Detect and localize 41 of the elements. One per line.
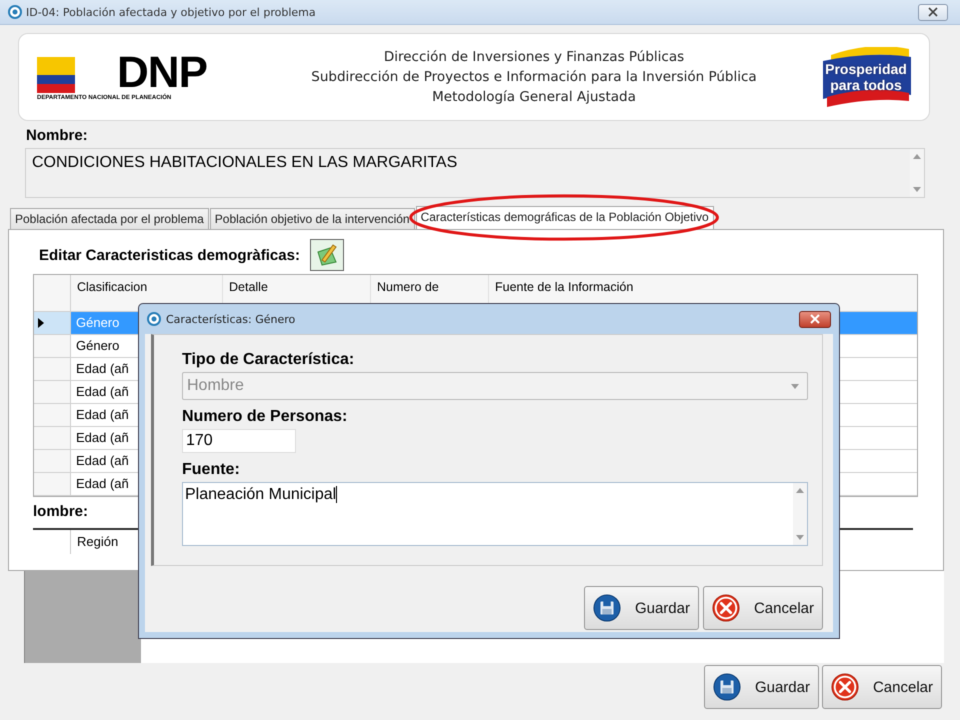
- column-header[interactable]: Región: [71, 530, 124, 554]
- save-button[interactable]: Guardar: [584, 586, 699, 630]
- scroll-up-icon[interactable]: [796, 488, 804, 493]
- scroll-down-icon[interactable]: [913, 187, 921, 192]
- app-icon: [8, 5, 22, 19]
- cancel-button[interactable]: Cancelar: [702, 586, 823, 630]
- floppy-disk-icon: [712, 673, 741, 701]
- scrollbar[interactable]: [793, 483, 807, 545]
- flag-icon: [37, 57, 75, 93]
- cancel-icon: [712, 594, 740, 622]
- text-area[interactable]: Planeación Municipal: [182, 482, 808, 546]
- scroll-up-icon[interactable]: [913, 154, 921, 159]
- scroll-down-icon[interactable]: [796, 535, 804, 540]
- tab[interactable]: Características demográficas de la Población Objetivo: [416, 206, 714, 229]
- scrollbar[interactable]: [910, 149, 924, 197]
- floppy-disk-icon: [592, 594, 621, 622]
- window-title: ID-04: Población afectada y objetivo por el problema: [26, 6, 317, 18]
- input-field[interactable]: 170: [182, 429, 296, 453]
- slogan-logo: Prosperidad para todos: [821, 47, 911, 107]
- save-button[interactable]: Guardar: [704, 665, 819, 709]
- close-button[interactable]: [918, 4, 948, 20]
- logo-text: DNP: [117, 53, 208, 93]
- cancel-icon: [830, 673, 859, 701]
- section-label: Editar Caracteristicas demogràficas:: [39, 246, 300, 264]
- tab[interactable]: Población afectada por el problema: [10, 208, 209, 229]
- caret-icon: [791, 384, 799, 388]
- name-label: lombre:: [33, 503, 90, 520]
- close-icon: [810, 314, 820, 324]
- close-button[interactable]: [799, 310, 831, 328]
- row-header[interactable]: [34, 312, 71, 334]
- app-icon: [147, 312, 161, 326]
- name-field[interactable]: CONDICIONES HABITACIONALES EN LAS MARGARITAS: [25, 148, 925, 198]
- header-line: Metodología General Ajustada: [431, 88, 637, 107]
- tab[interactable]: Población objetivo de la intervención: [210, 208, 415, 229]
- edit-button[interactable]: [310, 239, 344, 271]
- header-line: Subdirección de Proyectos e Información para la Inversión Pública: [310, 68, 758, 87]
- cancel-button[interactable]: Cancelar: [822, 665, 942, 709]
- header-line: Dirección de Inversiones y Finanzas Públicas: [382, 48, 686, 67]
- row-pointer-icon: [38, 318, 44, 328]
- name-label: Nombre:: [26, 127, 89, 144]
- close-icon: [928, 7, 938, 17]
